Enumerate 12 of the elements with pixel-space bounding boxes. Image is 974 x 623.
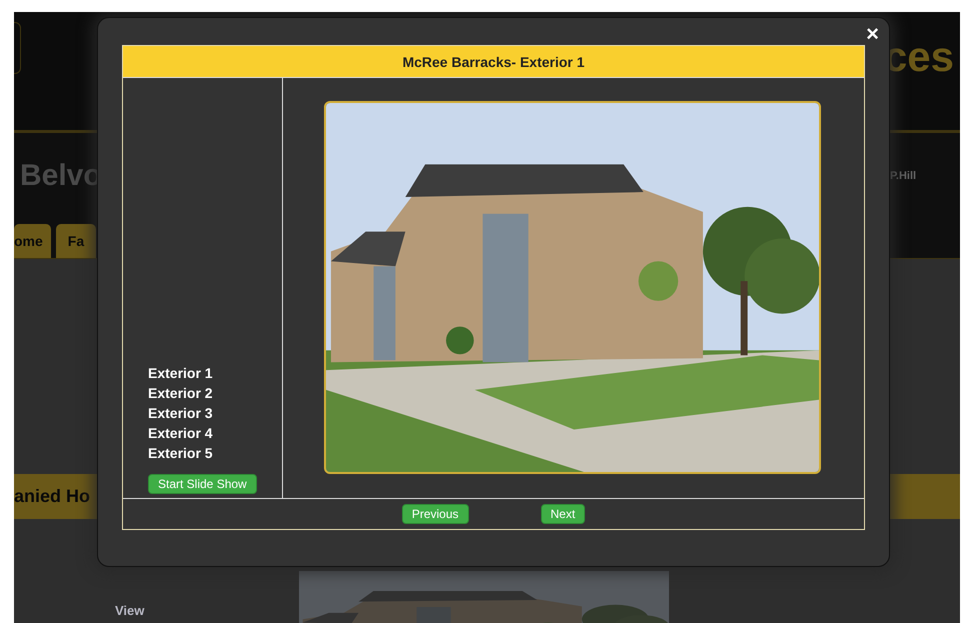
info-text: P.Hill xyxy=(890,170,918,182)
photo-link[interactable]: Exterior 4 xyxy=(148,423,282,443)
photo-link[interactable]: Exterior 1 xyxy=(148,363,282,383)
photo-link[interactable]: Exterior 2 xyxy=(148,383,282,403)
photo-link[interactable]: Exterior 3 xyxy=(148,403,282,423)
site-name: Belvo xyxy=(20,158,102,192)
view-label: View xyxy=(115,603,144,618)
close-button[interactable]: × xyxy=(864,22,881,46)
dialog-title: McRee Barracks- Exterior 1 xyxy=(402,54,585,70)
photo-link[interactable]: Exterior 5 xyxy=(148,443,282,463)
section-title: anied Ho xyxy=(14,486,90,507)
tab-outline xyxy=(14,22,21,74)
